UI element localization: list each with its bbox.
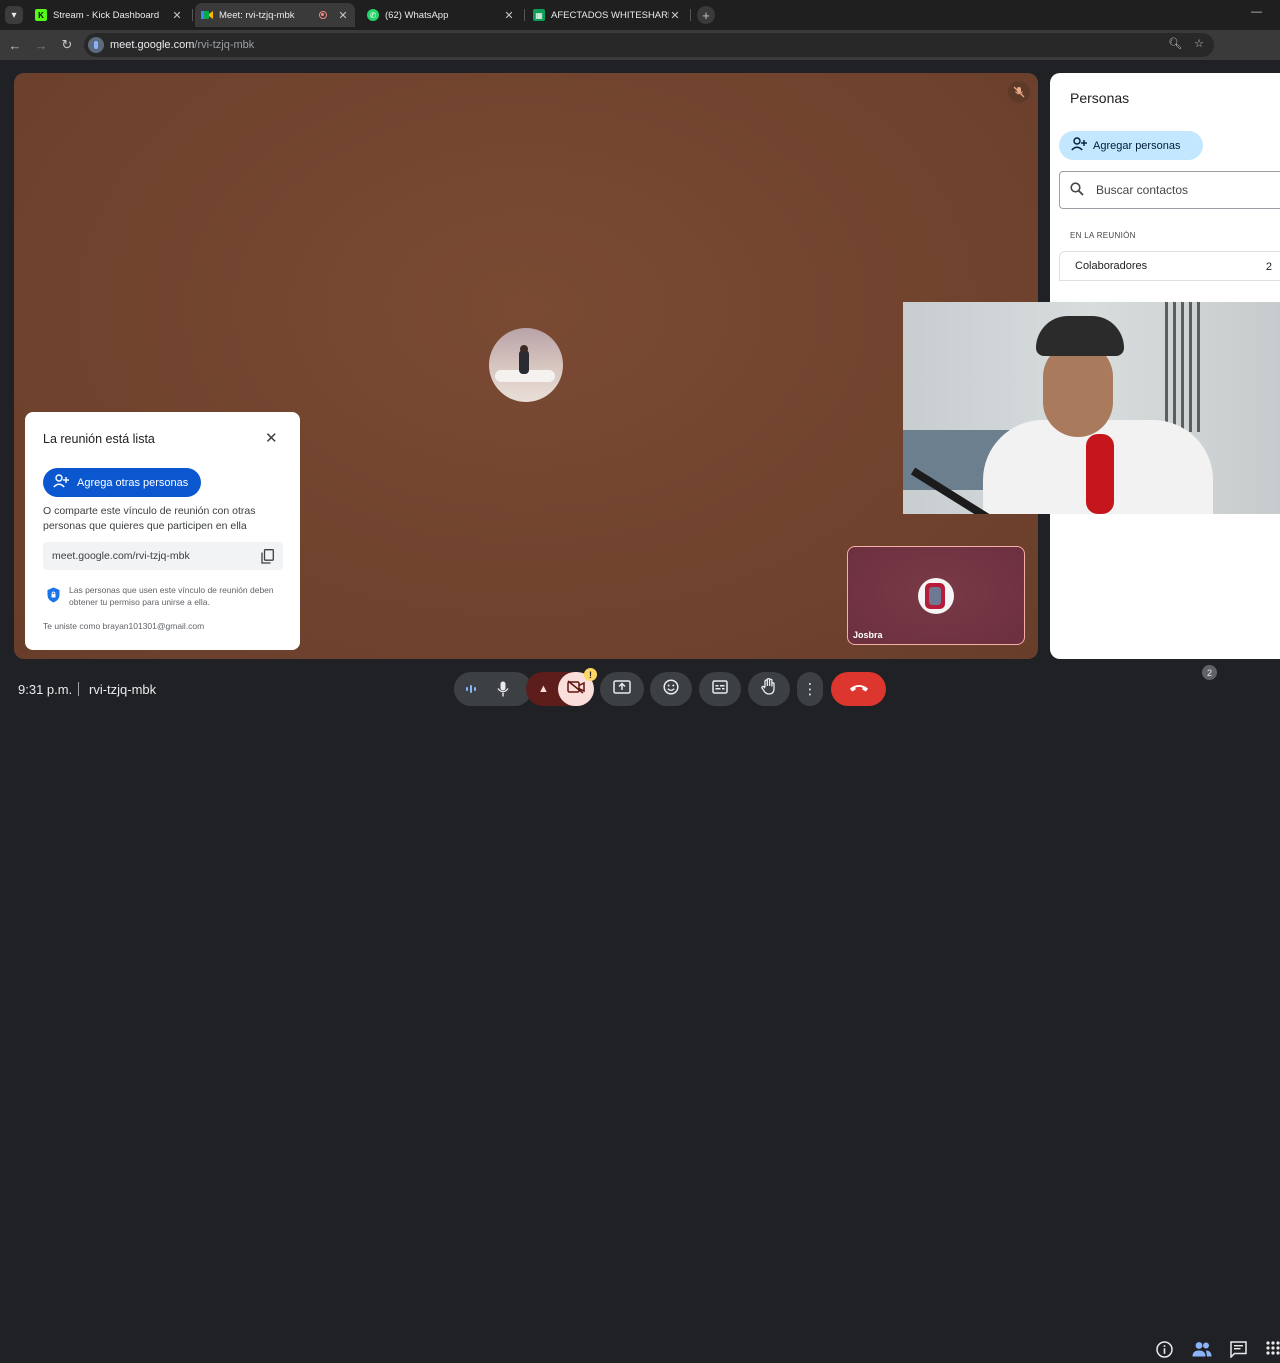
tab-kick-dashboard[interactable]: K Stream - Kick Dashboard ✕ bbox=[29, 3, 193, 27]
browser-toolbar: ← → ↻ meet.google.com/rvi-tzjq-mbk 🔍︎ ☆ … bbox=[0, 30, 1280, 81]
self-name: Josbra bbox=[853, 630, 883, 640]
bookmark-star-icon[interactable]: ☆ bbox=[1194, 37, 1204, 50]
collaborators-label: Colaboradores bbox=[1075, 260, 1148, 272]
add-people-chip-button[interactable]: Agregar personas bbox=[1059, 131, 1203, 160]
webcam-overlay bbox=[903, 302, 1280, 514]
mic-control-group bbox=[454, 672, 532, 706]
tab-strip: ▾ K Stream - Kick Dashboard ✕ Meet: rvi-… bbox=[0, 0, 1280, 30]
meeting-info-icon[interactable] bbox=[1156, 1341, 1173, 1363]
recording-icon bbox=[319, 11, 327, 19]
back-arrow-icon[interactable]: ← bbox=[4, 38, 26, 53]
dialog-title: La reunión está lista bbox=[43, 432, 155, 446]
in-meeting-section-label: EN LA REUNIÓN bbox=[1070, 231, 1136, 240]
leave-call-button[interactable] bbox=[831, 672, 886, 706]
panel-title: Personas bbox=[1070, 90, 1130, 106]
add-people-label: Agrega otras personas bbox=[77, 476, 189, 489]
plus-icon: + bbox=[702, 7, 710, 23]
search-icon bbox=[1070, 181, 1084, 199]
close-icon[interactable]: ✕ bbox=[669, 9, 681, 22]
minimize-window-button[interactable]: — bbox=[1251, 6, 1262, 18]
divider bbox=[78, 682, 79, 696]
people-icon[interactable] bbox=[1192, 1341, 1212, 1362]
person-add-icon bbox=[1071, 137, 1087, 154]
person-add-icon bbox=[53, 474, 69, 491]
close-icon[interactable]: ✕ bbox=[171, 9, 183, 22]
collaborators-group[interactable]: Colaboradores 2 bbox=[1059, 251, 1280, 281]
video-off-icon bbox=[567, 679, 585, 699]
url-path: /rvi-tzjq-mbk bbox=[194, 39, 255, 51]
emoji-icon bbox=[663, 678, 679, 700]
url-host: meet.google.com bbox=[110, 39, 195, 51]
close-icon[interactable]: ✕ bbox=[337, 9, 349, 22]
call-end-icon bbox=[849, 680, 869, 698]
self-video-tile[interactable]: Josbra bbox=[847, 546, 1025, 645]
meeting-ready-dialog: La reunión está lista ✕ Agrega otras per… bbox=[25, 412, 300, 650]
audio-level-icon[interactable] bbox=[465, 682, 477, 701]
microphone-icon[interactable] bbox=[497, 681, 509, 702]
raise-hand-button[interactable] bbox=[748, 672, 790, 706]
meeting-control-bar: 9:31 p.m. rvi-tzjq-mbk ▲ ⋮ bbox=[0, 660, 1280, 1359]
more-options-button[interactable]: ⋮ bbox=[797, 672, 823, 706]
chat-icon[interactable] bbox=[1230, 1341, 1247, 1363]
reload-icon[interactable]: ↻ bbox=[56, 37, 78, 53]
shield-icon bbox=[47, 587, 60, 603]
participant-avatar bbox=[489, 328, 563, 402]
closed-captions-icon bbox=[712, 679, 728, 699]
search-placeholder: Buscar contactos bbox=[1096, 183, 1189, 197]
sheets-icon: ▦ bbox=[533, 9, 545, 21]
activities-icon[interactable] bbox=[1266, 1341, 1280, 1360]
whatsapp-icon: ✆ bbox=[367, 9, 379, 21]
tab-title: AFECTADOS WHITESHARK - Ho bbox=[551, 9, 669, 21]
tab-meet[interactable]: Meet: rvi-tzjq-mbk ✕ bbox=[195, 3, 355, 27]
search-contacts-input[interactable]: Buscar contactos bbox=[1059, 171, 1280, 209]
joined-as-text: Te uniste como brayan101301@gmail.com bbox=[43, 621, 205, 631]
more-vert-icon: ⋮ bbox=[802, 680, 818, 698]
tab-search-button[interactable]: ▾ bbox=[5, 6, 23, 24]
meet-icon bbox=[201, 9, 213, 21]
meeting-link: meet.google.com/rvi-tzjq-mbk bbox=[52, 550, 190, 562]
reactions-button[interactable] bbox=[650, 672, 692, 706]
tab-whatsapp[interactable]: ✆ (62) WhatsApp ✕ bbox=[361, 3, 525, 27]
chevron-up-icon[interactable]: ▲ bbox=[538, 683, 549, 695]
copy-icon[interactable] bbox=[261, 549, 274, 567]
tab-title: (62) WhatsApp bbox=[385, 9, 449, 21]
collaborators-count: 2 bbox=[1265, 261, 1272, 273]
site-info-icon[interactable] bbox=[88, 37, 104, 53]
new-tab-button[interactable]: + bbox=[697, 6, 715, 24]
share-description: O comparte este vínculo de reunión con o… bbox=[43, 505, 256, 532]
self-avatar bbox=[918, 578, 954, 614]
permission-note: Las personas que usen este vínculo de re… bbox=[69, 585, 274, 607]
captions-button[interactable] bbox=[699, 672, 741, 706]
participants-count-badge: 2 bbox=[1202, 665, 1217, 680]
present-to-all-icon bbox=[613, 679, 631, 699]
tab-sheets[interactable]: ▦ AFECTADOS WHITESHARK - Ho ✕ bbox=[527, 3, 691, 27]
meeting-link-box: meet.google.com/rvi-tzjq-mbk bbox=[43, 542, 283, 570]
mic-off-icon bbox=[1008, 81, 1030, 103]
tab-title: Meet: rvi-tzjq-mbk bbox=[219, 9, 295, 21]
chevron-down-icon: ▾ bbox=[11, 9, 17, 21]
kick-icon: K bbox=[35, 9, 47, 21]
close-icon[interactable]: ✕ bbox=[265, 429, 278, 447]
add-people-label: Agregar personas bbox=[1093, 139, 1181, 152]
meeting-code: rvi-tzjq-mbk bbox=[89, 682, 157, 697]
tab-title: Stream - Kick Dashboard bbox=[53, 9, 160, 21]
present-screen-button[interactable] bbox=[600, 672, 644, 706]
current-time: 9:31 p.m. bbox=[18, 682, 73, 697]
zoom-icon[interactable]: 🔍︎ bbox=[1168, 37, 1182, 50]
camera-warning-badge: ! bbox=[584, 668, 597, 681]
close-icon[interactable]: ✕ bbox=[503, 9, 515, 22]
add-people-button[interactable]: Agrega otras personas bbox=[43, 468, 201, 497]
address-bar[interactable]: meet.google.com/rvi-tzjq-mbk 🔍︎ ☆ bbox=[84, 33, 1214, 57]
hand-icon bbox=[761, 677, 777, 700]
forward-arrow-icon[interactable]: → bbox=[30, 38, 52, 53]
